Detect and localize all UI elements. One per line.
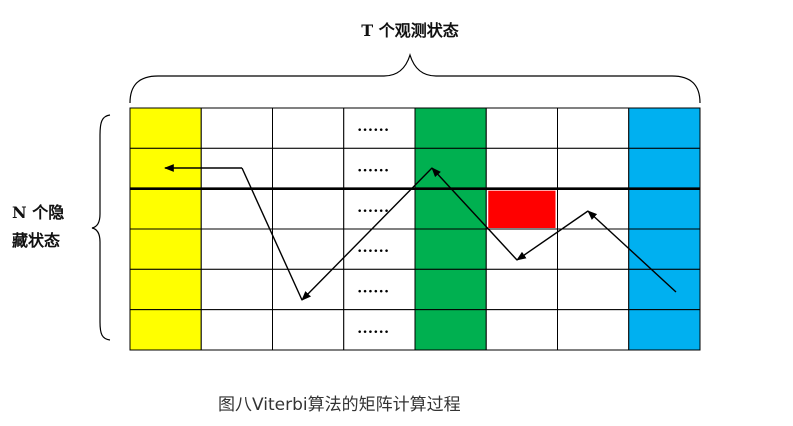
grid-cell — [200, 188, 273, 230]
grid-cell — [200, 309, 273, 351]
grid-cell — [628, 268, 701, 311]
grid-cell — [557, 309, 630, 351]
grid-cell — [129, 268, 202, 311]
ellipsis-text: ...... — [357, 321, 389, 337]
ellipsis-text: ...... — [357, 200, 389, 216]
grid-cell — [272, 268, 345, 311]
highlight-cell — [488, 190, 556, 228]
grid-cell — [200, 268, 273, 311]
top-label: T 个观测状态 — [361, 21, 458, 40]
ellipsis-text: ...... — [357, 240, 389, 256]
grid-cell — [414, 147, 487, 190]
grid-cell — [200, 107, 273, 149]
grid-cell — [272, 147, 345, 190]
grid-cell — [129, 188, 202, 230]
caption: 图八Viterbi算法的矩阵计算过程 — [218, 395, 461, 415]
grid-cell — [414, 228, 487, 270]
grid-cell — [129, 228, 202, 270]
grid-cell — [628, 107, 701, 149]
ellipsis-text: ...... — [357, 281, 389, 297]
viterbi-diagram: T 个观测状态 N 个隐 藏状态 .......................… — [12, 21, 701, 415]
grid-cell — [129, 309, 202, 351]
grid-cell — [485, 147, 558, 190]
grid-cell — [557, 188, 630, 230]
grid-cell — [414, 107, 487, 149]
left-brace — [91, 114, 111, 341]
grid-cell — [414, 268, 487, 311]
grid-cell — [557, 107, 630, 149]
grid-cell — [557, 228, 630, 270]
grid-cell — [628, 309, 701, 351]
grid-cell — [557, 147, 630, 190]
ellipsis-text: ...... — [357, 160, 389, 176]
top-brace — [129, 52, 701, 104]
grid-cell — [272, 107, 345, 149]
ellipsis-text: ...... — [357, 119, 389, 135]
grid-cell — [485, 228, 558, 270]
grid-cell — [485, 309, 558, 351]
grid-cell — [200, 228, 273, 270]
grid-cell — [272, 188, 345, 230]
grid-cell — [272, 309, 345, 351]
grid-cell — [485, 268, 558, 311]
grid-cell — [414, 188, 487, 230]
grid-cell — [414, 309, 487, 351]
grid-cell — [628, 188, 701, 230]
grid-cell — [628, 228, 701, 270]
grid-cell — [557, 268, 630, 311]
grid-cell — [272, 228, 345, 270]
grid-cell — [129, 107, 202, 149]
grid-cell — [485, 107, 558, 149]
grid-cell — [628, 147, 701, 190]
state-matrix: .................................... — [129, 107, 701, 351]
left-label-line2: 藏状态 — [12, 231, 60, 250]
left-label-line1: N 个隐 — [12, 203, 64, 222]
